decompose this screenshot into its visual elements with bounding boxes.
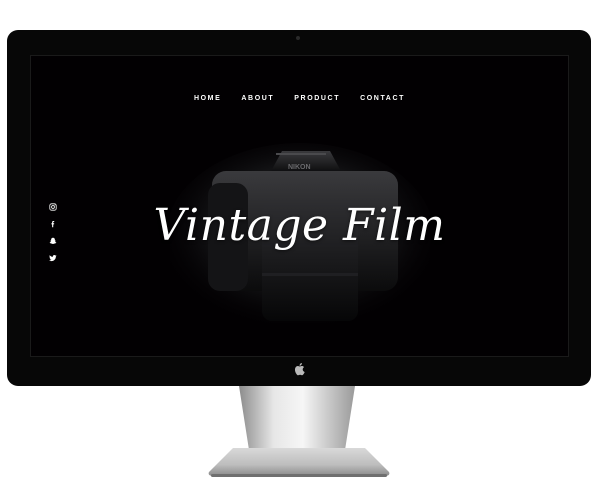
apple-logo-icon [294, 363, 305, 376]
desktop-monitor-mockup: NIKON HOME ABOUT PRODUCT CONTACT Vintage… [0, 0, 600, 500]
website-screen: NIKON HOME ABOUT PRODUCT CONTACT Vintage… [30, 55, 569, 357]
hero-title: Vintage Film [153, 200, 446, 251]
nav-about[interactable]: ABOUT [241, 95, 274, 102]
webcam-dot [296, 36, 300, 40]
svg-text:NIKON: NIKON [288, 164, 311, 171]
monitor-stand-base [208, 448, 390, 477]
nav-home[interactable]: HOME [194, 95, 221, 102]
monitor-stand-neck [239, 386, 355, 450]
nav-product[interactable]: PRODUCT [294, 95, 340, 102]
nav-contact[interactable]: CONTACT [360, 95, 405, 102]
top-navigation: HOME ABOUT PRODUCT CONTACT [30, 95, 569, 102]
twitter-icon[interactable] [49, 254, 57, 262]
monitor-bezel: NIKON HOME ABOUT PRODUCT CONTACT Vintage… [7, 30, 591, 386]
